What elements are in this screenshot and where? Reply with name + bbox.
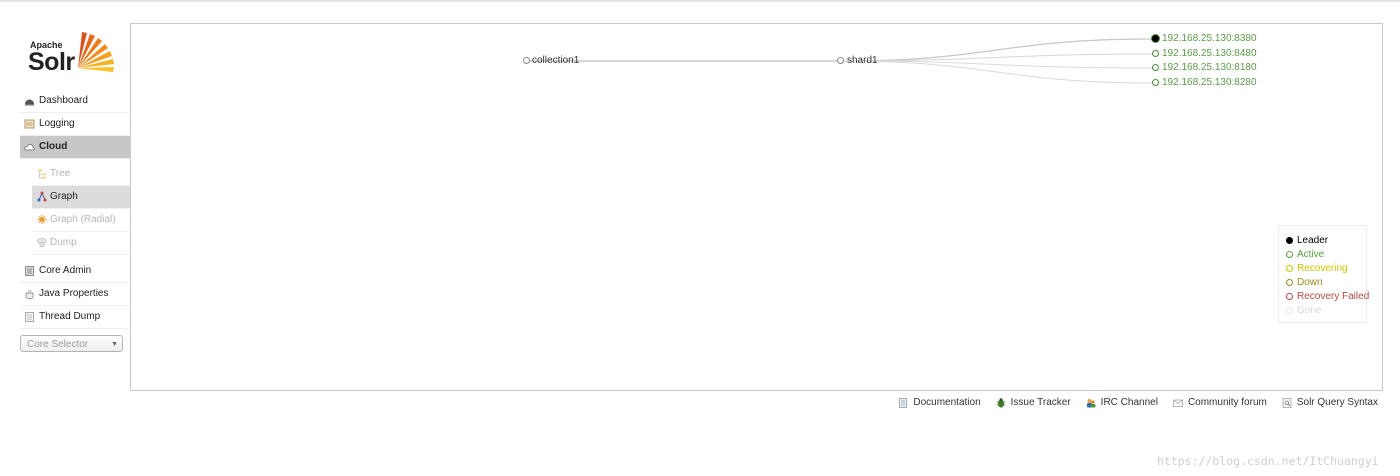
sidebar-item-java-properties[interactable]: Java Properties (20, 283, 131, 306)
sidebar-subitem-graph[interactable]: Graph (32, 186, 131, 209)
core-selector-dropdown[interactable]: Core Selector ▼ (20, 335, 123, 352)
sidebar-item-core-admin[interactable]: Core Admin (20, 260, 131, 283)
footer-link-label: IRC Channel (1100, 397, 1158, 408)
legend-label: Active (1297, 249, 1325, 260)
graph-legend: Leader Active Recovering Down Recovery F… (1278, 225, 1370, 323)
recovery-failed-dot-icon (1286, 293, 1293, 300)
solr-logo[interactable]: Apache Solr (28, 28, 123, 80)
collection-node-dot[interactable] (523, 57, 530, 64)
legend-label: Leader (1297, 235, 1329, 246)
sidebar-subitem-label: Graph (Radial) (50, 214, 116, 225)
footer-links: Documentation Issue Tracker IRC Channel … (898, 396, 1378, 410)
sidebar-item-label: Java Properties (39, 288, 109, 299)
thread-dump-icon (25, 312, 34, 322)
cloud-icon (24, 144, 35, 151)
sidebar-item-label: Logging (39, 118, 75, 129)
legend-item-leader: Leader (1279, 234, 1366, 248)
sidebar-nav: Dashboard Logging Cloud Tree Graph Graph… (20, 90, 131, 329)
solr-query-syntax-icon (1282, 398, 1292, 408)
core-admin-icon (25, 266, 34, 276)
sidebar-subitem-label: Dump (50, 237, 77, 248)
legend-label: Gone (1297, 305, 1322, 316)
sidebar-item-thread-dump[interactable]: Thread Dump (20, 306, 131, 329)
leader-dot-icon (1286, 237, 1293, 244)
legend-label: Recovery Failed (1297, 291, 1370, 302)
active-dot-icon (1286, 251, 1293, 258)
replica-node-label[interactable]: 192.168.25.130:8480 (1162, 48, 1257, 60)
sidebar-item-label: Dashboard (39, 95, 88, 106)
sidebar-subitem-dump[interactable]: Dump (32, 232, 131, 255)
issue-tracker-icon (996, 398, 1006, 408)
watermark-text: https://blog.csdn.net/ItChuangyi (1157, 454, 1379, 468)
documentation-icon (899, 398, 908, 408)
community-forum-icon (1173, 399, 1183, 407)
footer-link-solr-query-syntax[interactable]: Solr Query Syntax (1282, 396, 1378, 410)
sidebar-subitem-label: Tree (50, 168, 71, 179)
gone-dot-icon (1286, 307, 1293, 314)
sidebar-subitem-label: Graph (50, 191, 78, 202)
footer-link-irc-channel[interactable]: IRC Channel (1086, 396, 1158, 410)
logo-solr-text: Solr (28, 48, 75, 76)
replica-node-label[interactable]: 192.168.25.130:8380 (1162, 33, 1257, 45)
core-selector-placeholder: Core Selector (27, 339, 89, 350)
sunburst-icon (78, 32, 114, 72)
sidebar-item-label: Cloud (39, 141, 68, 152)
shard-node-label[interactable]: shard1 (847, 55, 878, 67)
dump-icon (37, 238, 47, 247)
legend-item-recovery-failed: Recovery Failed (1279, 290, 1370, 304)
legend-item-down: Down (1279, 276, 1366, 290)
replica-node-dot[interactable] (1152, 79, 1159, 86)
legend-item-gone: Gone (1279, 304, 1366, 318)
legend-label: Down (1297, 277, 1323, 288)
footer-link-community-forum[interactable]: Community forum (1173, 396, 1267, 410)
graph-radial-icon (37, 215, 47, 224)
footer-link-label: Community forum (1187, 397, 1267, 408)
shard-node-dot[interactable] (837, 57, 844, 64)
down-dot-icon (1286, 279, 1293, 286)
replica-node-dot[interactable] (1152, 50, 1159, 57)
footer-link-label: Issue Tracker (1010, 397, 1071, 408)
legend-label: Recovering (1297, 263, 1348, 274)
footer-link-label: Documentation (913, 397, 981, 408)
irc-channel-icon (1086, 399, 1096, 408)
sidebar-item-label: Core Admin (39, 265, 92, 276)
java-properties-icon (25, 289, 34, 299)
sidebar-item-dashboard[interactable]: Dashboard (20, 90, 131, 113)
sidebar-subitem-tree[interactable]: Tree (32, 163, 131, 186)
replica-node-label[interactable]: 192.168.25.130:8280 (1162, 77, 1257, 89)
legend-item-active: Active (1279, 248, 1366, 262)
dashboard-icon (25, 99, 34, 106)
replica-node-dot[interactable] (1152, 64, 1159, 71)
cloud-graph-panel: collection1 shard1 192.168.25.130:8380 1… (130, 23, 1383, 391)
footer-link-issue-tracker[interactable]: Issue Tracker (996, 396, 1071, 410)
tree-icon (38, 169, 46, 179)
sidebar-item-label: Thread Dump (39, 311, 101, 322)
replica-node-dot-leader[interactable] (1152, 35, 1159, 42)
graph-icon (37, 191, 47, 202)
footer-link-label: Solr Query Syntax (1296, 397, 1378, 408)
legend-item-recovering: Recovering (1279, 262, 1366, 276)
recovering-dot-icon (1286, 265, 1293, 272)
footer-link-documentation[interactable]: Documentation (898, 396, 981, 410)
collection-node-label[interactable]: collection1 (532, 55, 579, 67)
replica-node-label[interactable]: 192.168.25.130:8180 (1162, 62, 1257, 74)
chevron-down-icon: ▼ (111, 341, 118, 348)
sidebar-item-cloud[interactable]: Cloud (20, 136, 131, 159)
top-border (0, 0, 1400, 2)
logging-icon (24, 119, 35, 129)
sidebar-item-logging[interactable]: Logging (20, 113, 131, 136)
sidebar-subitem-graph-radial[interactable]: Graph (Radial) (32, 209, 131, 232)
